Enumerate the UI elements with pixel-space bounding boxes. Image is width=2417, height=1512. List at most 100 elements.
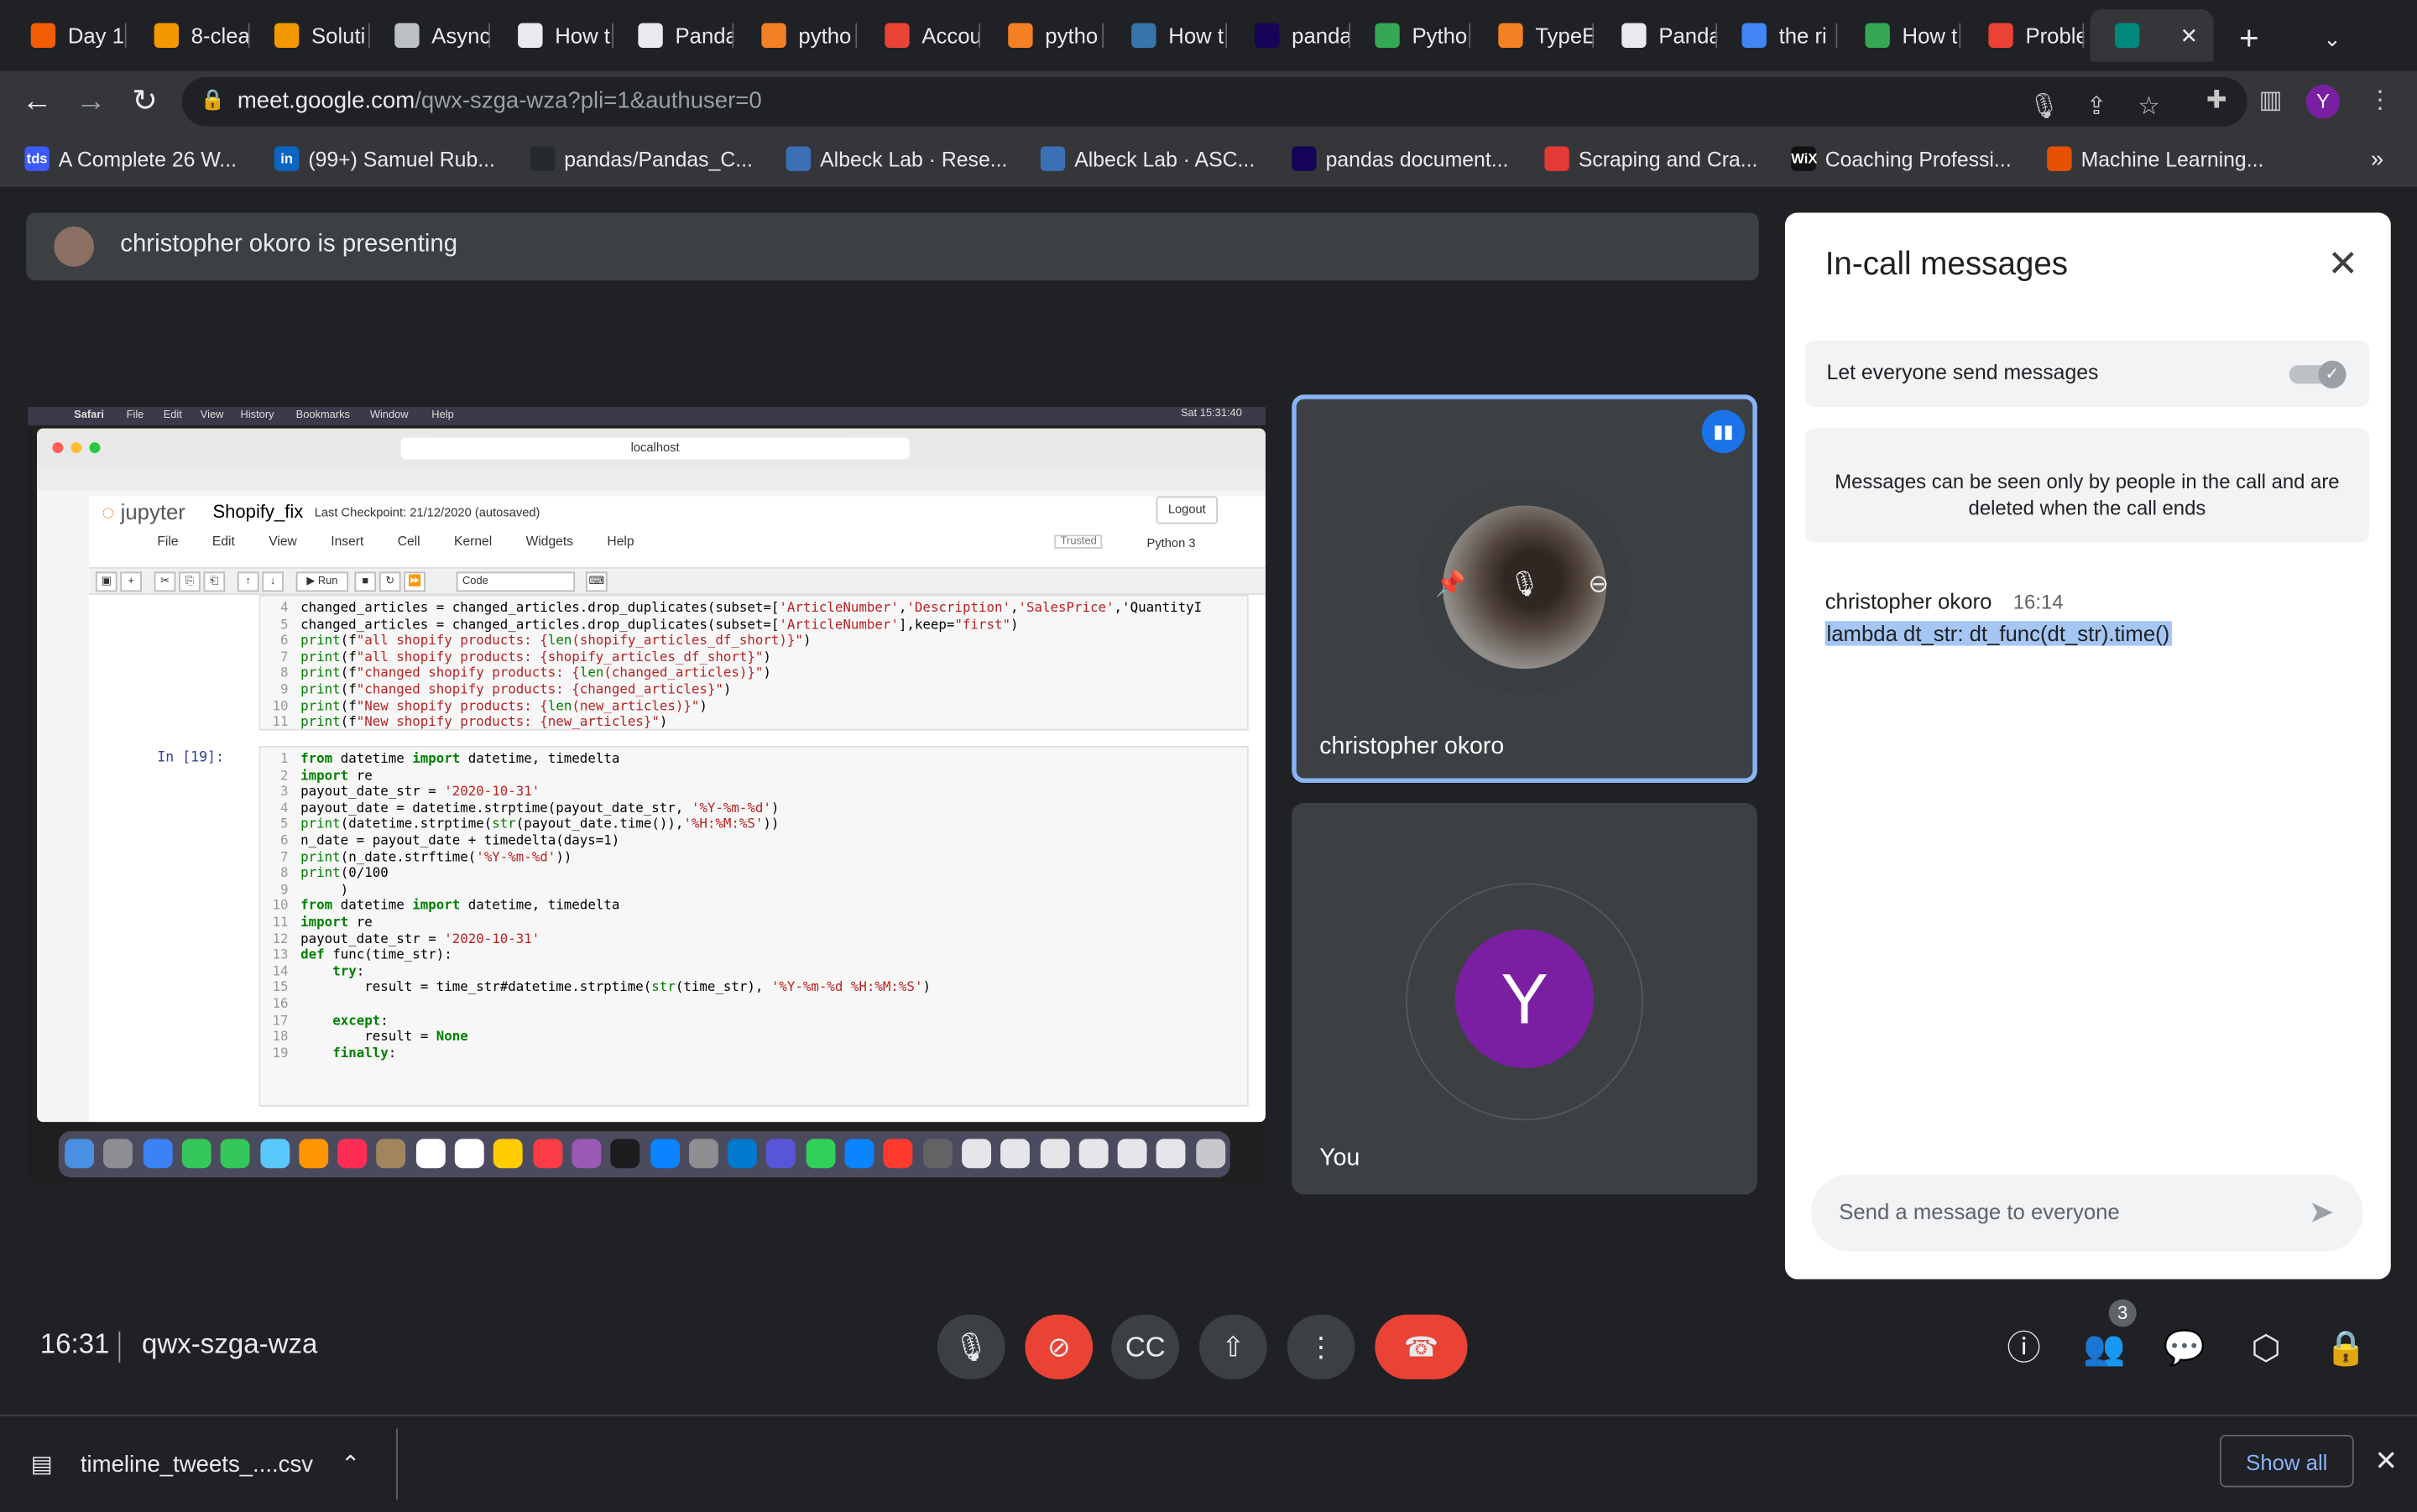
- message-input[interactable]: [1835, 1197, 2289, 1226]
- browser-tab[interactable]: Async: [370, 9, 491, 61]
- code-line: 13 def func(time_str):: [260, 948, 452, 964]
- bookmark-item[interactable]: pandas/Pandas_C...: [530, 145, 753, 173]
- dock-app-icon: [728, 1139, 758, 1169]
- leave-call-button[interactable]: ☎: [1375, 1314, 1468, 1379]
- browser-tab[interactable]: the ri: [1717, 9, 1838, 61]
- bookmark-favicon-icon: [1544, 146, 1569, 171]
- host-controls-icon[interactable]: 🔒: [2323, 1326, 2369, 1372]
- tab-title: pytho: [798, 23, 852, 48]
- tab-title: Proble: [2025, 23, 2085, 48]
- line-number: 12: [272, 931, 289, 947]
- code-line: 9 ): [260, 883, 348, 899]
- code-line: 8 print(0/100: [260, 867, 389, 883]
- side-panel-icon[interactable]: ▥: [2249, 81, 2292, 123]
- jupyter-toolbar: ▣ + ✂ ⎘ ⎗ ↑ ↓ ▶ Run ■ ↻ ⏩ Code ⌨: [89, 566, 1266, 595]
- cell-type-select: Code: [456, 571, 576, 592]
- line-number: 10: [272, 899, 289, 915]
- dock-app-icon: [1000, 1139, 1031, 1169]
- dock-app-icon: [610, 1139, 640, 1169]
- browser-tab[interactable]: 8-clea: [129, 9, 250, 61]
- chevron-up-icon[interactable]: ⌃: [341, 1450, 360, 1478]
- reload-button[interactable]: ↻: [123, 81, 166, 123]
- tab-favicon-icon: [1008, 23, 1033, 48]
- tab-favicon-icon: [1621, 23, 1647, 48]
- bookmark-item[interactable]: Albeck Lab · ASC...: [1040, 145, 1255, 173]
- browser-tab[interactable]: Pytho: [1350, 9, 1471, 61]
- message-text[interactable]: lambda dt_str: dt_func(dt_str).time(): [1824, 621, 2172, 646]
- browser-tab[interactable]: Day 1: [6, 9, 127, 61]
- captions-button[interactable]: CC: [1111, 1314, 1180, 1379]
- lock-icon: 🔒: [200, 87, 226, 112]
- tab-separator: [1102, 23, 1104, 48]
- tab-separator: [1959, 23, 1961, 48]
- jupyter-menu: File Edit View Insert Cell Kernel Widgets Help: [157, 534, 668, 549]
- new-tab-button[interactable]: +: [2229, 18, 2269, 59]
- browser-tab[interactable]: How t: [1840, 9, 1961, 61]
- mic-icon[interactable]: 🎙: [2023, 86, 2065, 129]
- close-downloads-icon[interactable]: ✕: [2371, 1441, 2402, 1481]
- send-messages-toggle[interactable]: ✓: [2289, 360, 2348, 388]
- bookmark-item[interactable]: tds A Complete 26 W...: [24, 145, 237, 173]
- browser-tab[interactable]: How t: [1107, 9, 1228, 61]
- bookmark-item[interactable]: pandas document...: [1292, 145, 1508, 173]
- send-icon[interactable]: ➤: [2301, 1193, 2341, 1233]
- jupyter-menu-item: Help: [607, 533, 634, 549]
- bookmark-item[interactable]: Albeck Lab · Rese...: [786, 145, 1007, 173]
- code-text: changed_articles = changed_articles.drop…: [300, 601, 1203, 617]
- participant-tile-christopher[interactable]: ▮▮ 📌 🎙 ⊖ christopher okoro: [1292, 394, 1757, 784]
- forward-button[interactable]: →: [70, 81, 112, 123]
- pin-icon[interactable]: 📌: [1432, 567, 1469, 604]
- line-number: 6: [279, 833, 289, 850]
- browser-tab[interactable]: Proble: [1964, 9, 2085, 61]
- browser-tab[interactable]: Panda: [613, 9, 734, 61]
- back-button[interactable]: ←: [15, 81, 58, 123]
- tab-separator: [2082, 23, 2085, 48]
- browser-tab[interactable]: Panda: [1597, 9, 1718, 61]
- tab-favicon-icon: [1375, 23, 1400, 48]
- bookmark-item[interactable]: Machine Learning...: [2047, 145, 2263, 173]
- extensions-icon[interactable]: ✚: [2195, 81, 2238, 123]
- close-panel-button[interactable]: ✕: [2321, 243, 2364, 286]
- browser-tab[interactable]: panda: [1230, 9, 1350, 61]
- download-item[interactable]: ▤ timeline_tweets_....csv ⌃: [31, 1450, 360, 1478]
- participant-tile-you[interactable]: Y You: [1292, 802, 1757, 1195]
- remove-participant-icon[interactable]: ⊖: [1580, 567, 1617, 604]
- browser-tab[interactable]: Accou: [860, 9, 981, 61]
- mute-participant-icon[interactable]: 🎙: [1506, 567, 1543, 604]
- dock-app-icon: [688, 1139, 718, 1169]
- address-bar[interactable]: 🔒 meet.google.com/qwx-szga-wza?pli=1&aut…: [181, 76, 2247, 129]
- close-tab-icon[interactable]: ✕: [2180, 23, 2199, 49]
- code-text: result = None: [300, 1030, 468, 1045]
- bookmark-item[interactable]: Scraping and Cra...: [1544, 145, 1757, 173]
- tab-favicon-icon: [30, 23, 56, 48]
- bookmark-item[interactable]: WiX Coaching Professi...: [1791, 145, 2012, 173]
- tab-separator: [124, 23, 127, 48]
- microphone-button[interactable]: 🎙: [937, 1314, 1005, 1379]
- browser-tab[interactable]: TypeE: [1474, 9, 1595, 61]
- share-icon[interactable]: ⇪: [2075, 86, 2117, 129]
- people-icon[interactable]: 👥: [2081, 1326, 2127, 1372]
- tab-title: Panda: [1658, 23, 1718, 48]
- present-button[interactable]: ⇧: [1198, 1314, 1267, 1379]
- tab-search-icon[interactable]: ⌄: [2312, 18, 2352, 59]
- menu-icon[interactable]: ⋮: [2358, 81, 2401, 123]
- chat-icon[interactable]: 💬: [2161, 1326, 2207, 1372]
- bookmark-item[interactable]: in (99+) Samuel Rub...: [274, 145, 495, 173]
- bookmark-favicon-icon: in: [274, 146, 300, 171]
- tab-active-meet[interactable]: ✕: [2090, 9, 2214, 62]
- browser-tab[interactable]: pytho: [984, 9, 1104, 61]
- show-all-button[interactable]: Show all: [2219, 1435, 2354, 1488]
- more-bookmarks-button[interactable]: »: [2371, 145, 2383, 173]
- dock-app-icon: [572, 1139, 602, 1169]
- browser-tab[interactable]: pytho: [737, 9, 858, 61]
- profile-avatar[interactable]: Y: [2305, 85, 2341, 119]
- browser-tab[interactable]: How t: [493, 9, 614, 61]
- browser-tab[interactable]: Soluti: [250, 9, 370, 61]
- panel-title: In-call messages: [1824, 246, 2069, 283]
- more-options-button[interactable]: ⋮: [1287, 1314, 1355, 1379]
- code-text: payout_date_str = '2020-10-31': [300, 785, 540, 800]
- meeting-details-icon[interactable]: ⓘ: [2001, 1326, 2047, 1372]
- camera-off-button[interactable]: ⊘: [1025, 1314, 1094, 1379]
- activities-icon[interactable]: ⬡: [2242, 1326, 2289, 1372]
- star-icon[interactable]: ☆: [2127, 86, 2170, 129]
